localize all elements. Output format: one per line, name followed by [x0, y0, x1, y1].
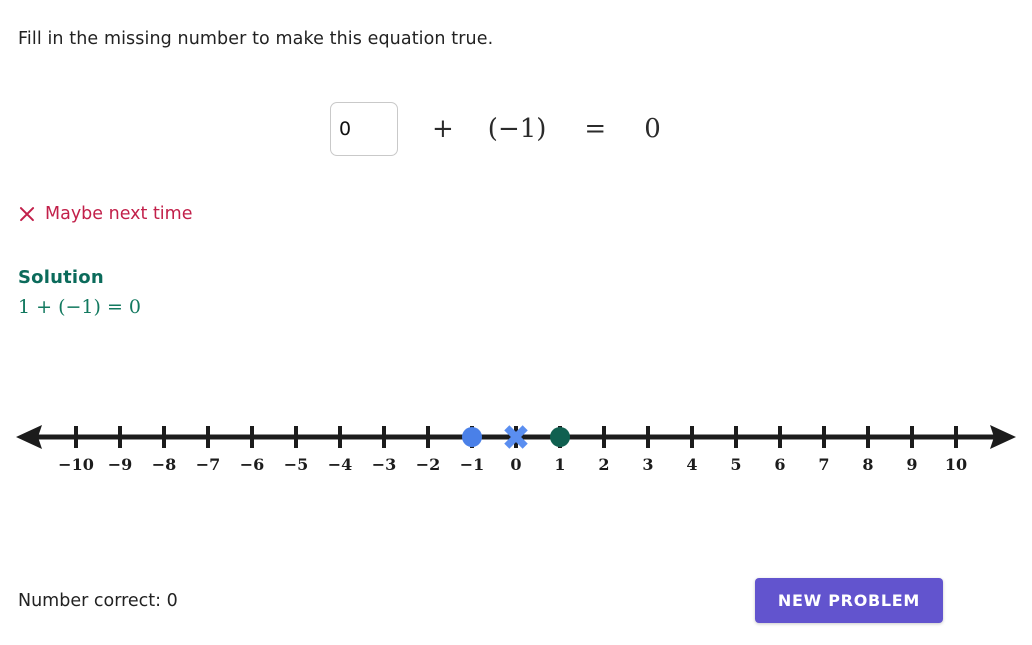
axis-tick-label: −3 [371, 455, 397, 474]
axis-tick-label: −8 [151, 455, 177, 474]
solution-heading: Solution [18, 267, 104, 288]
axis-tick-label: −7 [195, 455, 221, 474]
axis-tick-label: −1 [459, 455, 485, 474]
number-line-svg [16, 425, 1016, 449]
solution-point[interactable] [550, 427, 570, 447]
axis-tick-label: −10 [58, 455, 94, 474]
equation-row: + (−1) = 0 [330, 100, 661, 158]
equation-equals: = [584, 114, 607, 144]
axis-tick-label: 10 [944, 455, 968, 474]
axis-tick-label: −2 [415, 455, 441, 474]
axis-tick-label: −4 [327, 455, 353, 474]
equation-operator: + [432, 114, 454, 144]
axis-tick-label: 1 [554, 455, 566, 474]
close-x-icon [18, 205, 36, 223]
axis-tick-label: 4 [686, 455, 698, 474]
axis-tick-label: 3 [642, 455, 654, 474]
axis-tick-label: −6 [239, 455, 265, 474]
axis-tick-label: −5 [283, 455, 309, 474]
axis-tick-label: 2 [598, 455, 610, 474]
score-label: Number correct: 0 [18, 591, 178, 611]
axis-tick-label: 5 [730, 455, 742, 474]
axis-tick-label: 0 [510, 455, 522, 474]
feedback-message: Maybe next time [18, 204, 193, 224]
axis-tick-label: 8 [862, 455, 874, 474]
page-title: Fill in the missing number to make this … [18, 29, 494, 49]
answer-input[interactable] [330, 102, 398, 156]
feedback-text: Maybe next time [45, 204, 193, 224]
equation-operand: (−1) [487, 114, 547, 144]
solution-equation: 1 + (−1) = 0 [18, 296, 142, 318]
number-line: −10 −9 −8 −7 −6 −5 −4 −3 −2 −1 0 1 2 3 4 5 6 7 8 9 10 [0, 400, 1032, 490]
axis-tick-label: 7 [818, 455, 830, 474]
equation-result: 0 [644, 114, 661, 144]
start-point[interactable] [462, 427, 482, 447]
axis-tick-label: 6 [774, 455, 786, 474]
axis-tick-label: 9 [906, 455, 918, 474]
axis-tick-label: −9 [107, 455, 133, 474]
new-problem-button[interactable]: NEW PROBLEM [755, 578, 943, 623]
